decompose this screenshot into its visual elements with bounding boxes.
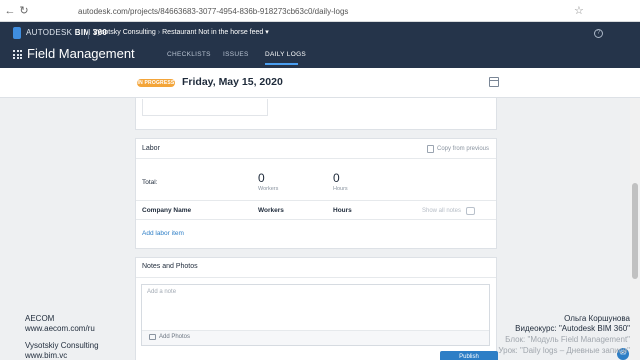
active-tab-indicator [265, 63, 298, 65]
note-toolbar [142, 330, 489, 345]
labor-card [135, 138, 497, 249]
brand-row: AUTODESK BIM 360 Vysotsky Consulting › Res… [0, 22, 640, 44]
publish-button[interactable]: Publish [440, 351, 498, 360]
reload-icon[interactable]: ↻ [18, 5, 30, 17]
notes-title: Notes and Photos [142, 263, 198, 270]
log-date: Friday, May 15, 2020 [182, 76, 283, 88]
divider [136, 158, 496, 159]
module-title: Field Management [27, 46, 135, 61]
status-badge: IN PROGRESS [137, 79, 175, 87]
project-name: Restaurant Not in the horse feed [162, 29, 264, 36]
brand-divider [88, 29, 89, 39]
column-hours: Hours [333, 207, 352, 214]
star-icon[interactable]: ☆ [574, 5, 584, 17]
copy-from-previous-link[interactable]: Copy from previous [437, 144, 489, 154]
overlay-course: Видеокурс: "Autodesk BIM 360" [515, 324, 630, 333]
total-hours-caption: Hours [333, 186, 348, 192]
module-nav: Field Management CHECKLISTS ISSUES DAILY… [0, 44, 640, 68]
overlay-author: Ольга Коршунова [564, 314, 630, 323]
overlay-company-url: www.aecom.com/ru [25, 324, 95, 333]
total-label: Total: [142, 179, 158, 186]
show-all-notes-label: Show all notes [422, 208, 462, 214]
overlay-lesson: Урок: "Daily logs – Дневные записи" [498, 346, 630, 355]
divider [136, 219, 496, 220]
add-photos-button[interactable]: Add Photos [159, 332, 190, 342]
total-hours-value: 0 [333, 171, 340, 185]
camera-icon[interactable] [149, 334, 156, 340]
calendar-icon[interactable] [489, 77, 499, 87]
add-labor-item-link[interactable]: Add labor item [142, 229, 184, 239]
overlay-consultant-url: www.bim.vc [25, 351, 68, 360]
tab-daily-logs[interactable]: DAILY LOGS [265, 50, 306, 60]
app-header: AUTODESK BIM 360 Vysotsky Consulting › Res… [0, 22, 640, 68]
divider [136, 200, 496, 201]
image-placeholder [142, 99, 268, 116]
tab-checklists[interactable]: CHECKLISTS [167, 50, 211, 60]
brand-prefix: AUTODESK [26, 28, 73, 37]
total-workers-caption: Workers [258, 186, 279, 192]
column-company-name: Company Name [142, 207, 192, 214]
labor-title: Labor [142, 145, 160, 152]
project-picker[interactable]: Vysotsky Consulting › Restaurant Not in th… [93, 27, 269, 39]
tab-issues[interactable]: ISSUES [223, 50, 249, 60]
arrow-left-icon[interactable]: ← [4, 5, 16, 17]
total-workers-value: 0 [258, 171, 265, 185]
help-icon[interactable]: ? [594, 29, 603, 38]
browser-toolbar: ← ↻ autodesk.com/projects/84663683-3077-… [0, 0, 640, 22]
chevron-down-icon: ▾ [265, 29, 269, 36]
overlay-block: Блок: "Модуль Field Management" [505, 335, 630, 344]
scrollbar-thumb[interactable] [632, 183, 638, 279]
breadcrumb-separator: › [157, 29, 161, 36]
column-workers: Workers [258, 207, 284, 214]
grid-icon[interactable] [13, 50, 22, 59]
address-bar[interactable]: autodesk.com/projects/84663683-3077-4954… [78, 4, 578, 19]
bim360-logo-icon [13, 27, 21, 39]
note-placeholder: Add a note [147, 289, 177, 295]
show-all-notes-toggle[interactable] [466, 207, 475, 215]
overlay-company: AECOM [25, 314, 55, 323]
daily-log-date-bar: IN PROGRESS Friday, May 15, 2020 [0, 68, 640, 98]
divider [136, 277, 496, 278]
copy-icon[interactable] [427, 145, 434, 153]
overlay-consultant: Vysotskiy Consulting [25, 341, 99, 350]
account-name: Vysotsky Consulting [93, 29, 156, 36]
